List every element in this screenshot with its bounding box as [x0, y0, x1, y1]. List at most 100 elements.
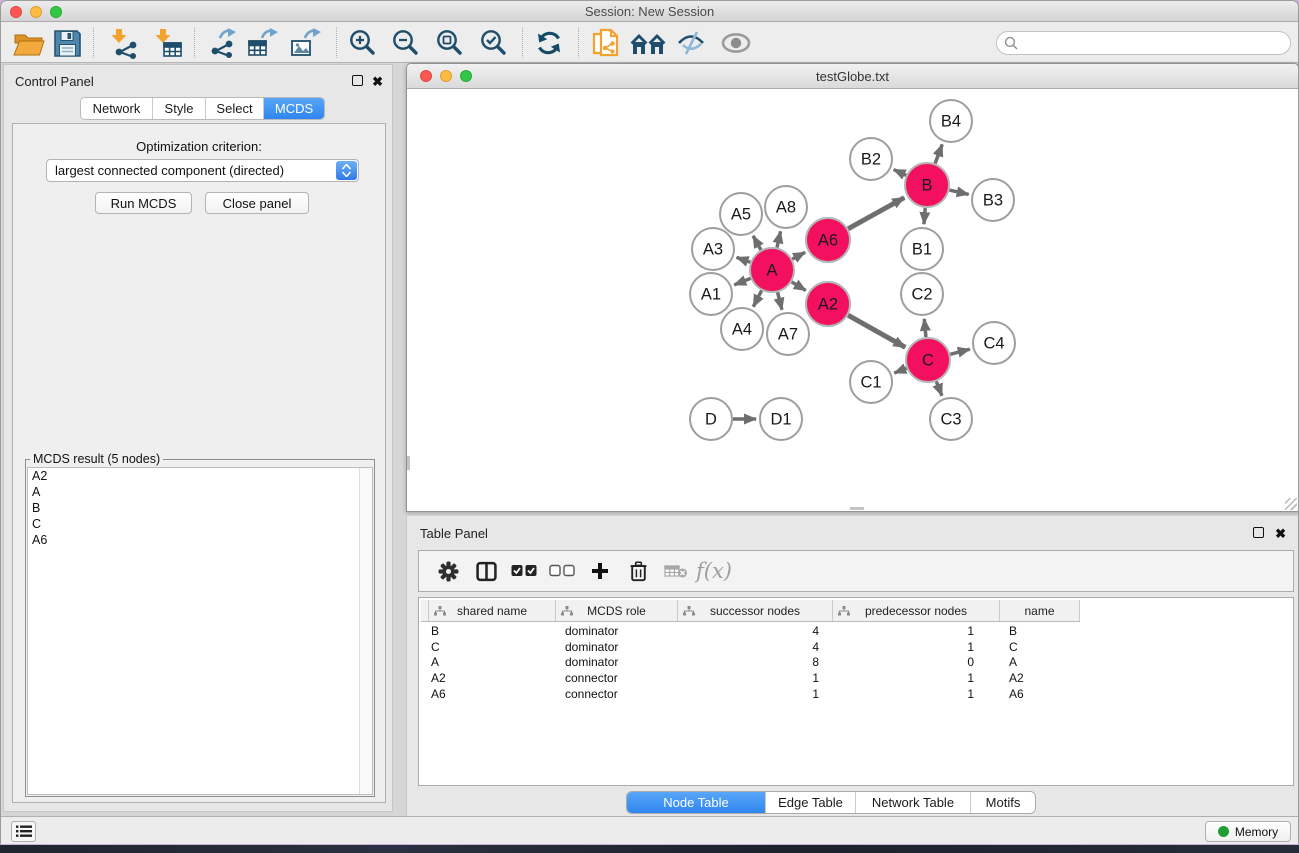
export-network-button[interactable]	[202, 26, 238, 60]
graph-edge-A6-B[interactable]	[848, 198, 904, 229]
search-input[interactable]	[996, 31, 1291, 55]
vertical-scroll-indicator[interactable]	[407, 456, 410, 470]
graph-edge-C-C4[interactable]	[950, 349, 970, 354]
tab-edge-table[interactable]: Edge Table	[766, 792, 856, 813]
close-panel-button[interactable]: Close panel	[205, 192, 309, 214]
graph-edge-B-B1[interactable]	[924, 208, 925, 224]
graph-edge-A2-C[interactable]	[848, 315, 905, 347]
cell-mcds-role[interactable]: connector	[556, 671, 678, 685]
zoom-selected-button[interactable]	[475, 26, 511, 60]
cell-predecessor[interactable]: 1	[833, 640, 1000, 654]
cell-shared-name[interactable]: A6	[421, 687, 556, 701]
column-header-predecessor-nodes[interactable]: predecessor nodes	[833, 600, 1000, 621]
cell-predecessor[interactable]: 1	[833, 687, 1000, 701]
cell-predecessor[interactable]: 1	[833, 671, 1000, 685]
cell-successor[interactable]: 8	[678, 655, 833, 669]
mcds-result-list[interactable]: A2ABCA6	[27, 467, 373, 795]
cell-shared-name[interactable]: A	[421, 655, 556, 669]
cell-mcds-role[interactable]: dominator	[556, 640, 678, 654]
mcds-result-item[interactable]: B	[28, 500, 372, 516]
column-header-name[interactable]: name	[1000, 600, 1080, 621]
cell-name[interactable]: A	[1000, 655, 1080, 669]
cell-name[interactable]: A6	[1000, 687, 1080, 701]
cell-predecessor[interactable]: 1	[833, 624, 1000, 638]
close-panel-icon[interactable]: ✖	[1275, 528, 1286, 539]
zoom-in-button[interactable]	[344, 26, 380, 60]
tab-node-table[interactable]: Node Table	[627, 792, 766, 813]
graph-edge-B-B2[interactable]	[894, 170, 906, 176]
delete-column-button[interactable]	[619, 551, 657, 591]
export-table-button[interactable]	[244, 26, 280, 60]
function-builder-button[interactable]: f(x)	[695, 551, 733, 591]
graph-edge-A-A7[interactable]	[778, 292, 782, 309]
float-panel-icon[interactable]	[352, 75, 363, 86]
column-header-mcds-role[interactable]: MCDS role	[556, 600, 678, 621]
cell-name[interactable]: C	[1000, 640, 1080, 654]
graph-edge-A-A8[interactable]	[777, 231, 781, 247]
cell-shared-name[interactable]: A2	[421, 671, 556, 685]
tab-motifs[interactable]: Motifs	[971, 792, 1035, 813]
cell-successor[interactable]: 4	[678, 640, 833, 654]
table-settings-button[interactable]	[429, 551, 467, 591]
column-header-successor-nodes[interactable]: successor nodes	[678, 600, 833, 621]
table-row[interactable]: A6connector11A6	[421, 686, 1080, 702]
scrollbar[interactable]	[359, 468, 372, 794]
show-columns-button[interactable]	[467, 551, 505, 591]
graph-edge-A-A5[interactable]	[753, 236, 761, 250]
optimization-criterion-select[interactable]: largest connected component (directed)	[46, 159, 359, 182]
deselect-all-button[interactable]	[543, 551, 581, 591]
cell-mcds-role[interactable]: dominator	[556, 655, 678, 669]
add-column-button[interactable]	[581, 551, 619, 591]
table-row[interactable]: Bdominator41B	[421, 623, 1080, 639]
graph-edge-A-A6[interactable]	[792, 252, 805, 259]
graph-edge-A-A1[interactable]	[734, 278, 750, 284]
memory-button[interactable]: Memory	[1205, 821, 1291, 842]
export-image-button[interactable]	[287, 26, 323, 60]
horizontal-scroll-indicator[interactable]	[850, 507, 864, 510]
float-panel-icon[interactable]	[1253, 527, 1264, 538]
table-row[interactable]: A2connector11A2	[421, 670, 1080, 686]
mcds-result-item[interactable]: A	[28, 484, 372, 500]
column-header-shared-name[interactable]: shared name	[429, 600, 556, 621]
hide-selected-button[interactable]	[673, 26, 709, 60]
import-table-button[interactable]	[149, 26, 185, 60]
cell-name[interactable]: B	[1000, 624, 1080, 638]
resize-grip[interactable]	[1285, 498, 1297, 510]
zoom-fit-button[interactable]	[431, 26, 467, 60]
tab-select[interactable]: Select	[206, 98, 264, 119]
cell-shared-name[interactable]: C	[421, 640, 556, 654]
graph-edge-C-C3[interactable]	[936, 381, 942, 395]
cell-mcds-role[interactable]: dominator	[556, 624, 678, 638]
table-row[interactable]: Cdominator41C	[421, 639, 1080, 655]
save-session-button[interactable]	[49, 26, 85, 60]
cell-successor[interactable]: 4	[678, 624, 833, 638]
run-mcds-button[interactable]: Run MCDS	[95, 192, 192, 214]
graph-edge-A-A2[interactable]	[792, 282, 806, 291]
graph-edge-C-C2[interactable]	[924, 319, 926, 337]
cell-successor[interactable]: 1	[678, 687, 833, 701]
tab-mcds[interactable]: MCDS	[264, 98, 324, 119]
open-session-button[interactable]	[11, 26, 47, 60]
cell-name[interactable]: A2	[1000, 671, 1080, 685]
zoom-out-button[interactable]	[387, 26, 423, 60]
graph-edge-C-C1[interactable]	[894, 368, 906, 373]
graph-edge-B-B4[interactable]	[935, 144, 942, 163]
delete-table-button[interactable]	[657, 551, 695, 591]
import-network-button[interactable]	[105, 26, 141, 60]
tab-network-table[interactable]: Network Table	[856, 792, 971, 813]
select-all-button[interactable]	[505, 551, 543, 591]
mcds-result-item[interactable]: A2	[28, 468, 372, 484]
cell-predecessor[interactable]: 0	[833, 655, 1000, 669]
show-all-button[interactable]	[718, 26, 754, 60]
close-panel-icon[interactable]: ✖	[372, 76, 383, 87]
graph-edge-B-B3[interactable]	[949, 190, 968, 194]
tab-network[interactable]: Network	[81, 98, 153, 119]
cell-mcds-role[interactable]: connector	[556, 687, 678, 701]
mcds-result-item[interactable]: A6	[28, 532, 372, 548]
task-history-button[interactable]	[11, 821, 36, 842]
home-button[interactable]	[630, 26, 666, 60]
cell-successor[interactable]: 1	[678, 671, 833, 685]
graph-edge-A-A4[interactable]	[753, 291, 761, 307]
mcds-result-item[interactable]: C	[28, 516, 372, 532]
copy-network-button[interactable]	[588, 26, 624, 60]
